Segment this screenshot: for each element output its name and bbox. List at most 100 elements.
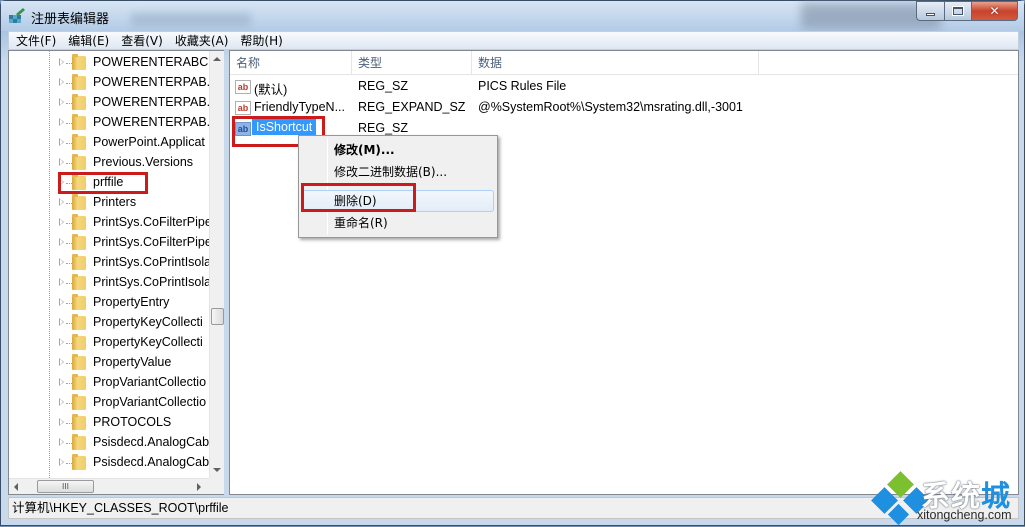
tree-item-label: PropertyKeyCollecti	[93, 315, 203, 329]
tree-item[interactable]: POWERENTERPAB.F	[9, 93, 209, 113]
expand-arrow-icon[interactable]	[59, 398, 64, 406]
value-data: @%SystemRoot%\System32\msrating.dll,-300…	[478, 100, 743, 114]
scroll-right-icon[interactable]	[197, 483, 201, 491]
tree-item[interactable]: Psisdecd.AnalogCab	[9, 433, 209, 453]
folder-icon	[72, 154, 86, 170]
menu-file[interactable]: 文件(F)	[9, 32, 62, 49]
folder-icon	[72, 234, 86, 250]
menu-bar: 文件(F) 编辑(E) 查看(V) 收藏夹(A) 帮助(H)	[8, 31, 1019, 50]
tree-item[interactable]: POWERENTERABC.F	[9, 53, 209, 73]
tree-item-label: PropVariantCollectio	[93, 375, 207, 389]
tree-item[interactable]: PropVariantCollectio	[9, 393, 209, 413]
expand-arrow-icon[interactable]	[59, 178, 64, 186]
value-data: PICS Rules File	[478, 79, 567, 93]
scroll-thumb[interactable]	[211, 308, 224, 325]
context-menu-delete[interactable]: 删除(D)	[302, 190, 494, 212]
expand-arrow-icon[interactable]	[59, 78, 64, 86]
expand-arrow-icon[interactable]	[59, 238, 64, 246]
tree-item[interactable]: PrintSys.CoFilterPipe	[9, 233, 209, 253]
value-row[interactable]: ab (默认) REG_SZ PICS Rules File	[230, 77, 1018, 98]
tree-item-label: PropertyKeyCollecti	[93, 335, 203, 349]
tree-item-label: prffile	[93, 175, 124, 189]
expand-arrow-icon[interactable]	[59, 318, 64, 326]
folder-icon	[72, 454, 86, 470]
tree-item[interactable]: PrintSys.CoPrintIsola	[9, 273, 209, 293]
tree-item[interactable]: PowerPoint.Applicat	[9, 133, 209, 153]
tree-item[interactable]: prffile	[9, 173, 209, 193]
tree-item-label: POWERENTERPAB.F	[93, 95, 209, 109]
menu-edit[interactable]: 编辑(E)	[62, 32, 115, 49]
tree-item[interactable]: PrintSys.CoPrintIsola	[9, 253, 209, 273]
expand-arrow-icon[interactable]	[59, 378, 64, 386]
tree-item[interactable]: Printers	[9, 193, 209, 213]
value-row[interactable]: ab FriendlyTypeN... REG_EXPAND_SZ @%SystemR…	[230, 98, 1018, 119]
expand-arrow-icon[interactable]	[59, 338, 64, 346]
context-menu-modify-binary[interactable]: 修改二进制数据(B)...	[302, 161, 494, 183]
column-header-name[interactable]: 名称	[230, 51, 352, 75]
expand-arrow-icon[interactable]	[59, 198, 64, 206]
scroll-left-icon[interactable]	[14, 483, 18, 491]
expand-arrow-icon[interactable]	[59, 438, 64, 446]
tree-item[interactable]: PropVariantCollectio	[9, 373, 209, 393]
tree-item-label: PowerPoint.Applicat	[93, 135, 205, 149]
expand-arrow-icon[interactable]	[59, 138, 64, 146]
expand-arrow-icon[interactable]	[59, 98, 64, 106]
tree-item-label: PrintSys.CoFilterPipe	[93, 215, 209, 229]
tree-item[interactable]: Psisdecd.AnalogCab	[9, 453, 209, 473]
status-bar: 计算机\HKEY_CLASSES_ROOT\prffile	[8, 497, 1019, 519]
menu-help[interactable]: 帮助(H)	[234, 32, 288, 49]
maximize-button[interactable]	[944, 1, 972, 21]
expand-arrow-icon[interactable]	[59, 58, 64, 66]
tree-item[interactable]: PROTOCOLS	[9, 413, 209, 433]
folder-icon	[72, 314, 86, 330]
context-menu-rename[interactable]: 重命名(R)	[302, 212, 494, 234]
string-value-icon: ab	[235, 122, 251, 136]
expand-arrow-icon[interactable]	[59, 358, 64, 366]
expand-arrow-icon[interactable]	[59, 258, 64, 266]
folder-icon	[72, 254, 86, 270]
tree-item-label: Psisdecd.AnalogCab	[93, 455, 209, 469]
expand-arrow-icon[interactable]	[59, 218, 64, 226]
expand-arrow-icon[interactable]	[59, 458, 64, 466]
tree-item[interactable]: PrintSys.CoFilterPipe	[9, 213, 209, 233]
watermark-logo: 系统城 xitongcheng.com	[869, 471, 1025, 527]
tree-item-label: POWERENTERABC.F	[93, 55, 209, 69]
tree-item[interactable]: Previous.Versions	[9, 153, 209, 173]
tree-item[interactable]: PropertyKeyCollecti	[9, 313, 209, 333]
scroll-down-icon[interactable]	[213, 468, 221, 472]
menu-view[interactable]: 查看(V)	[115, 32, 169, 49]
tree-horizontal-scrollbar[interactable]: III	[9, 478, 209, 494]
tree-item-label: PropertyValue	[93, 355, 172, 369]
watermark-url: xitongcheng.com	[917, 508, 1012, 522]
minimize-button[interactable]	[916, 1, 945, 21]
tree-item-label: Printers	[93, 195, 137, 209]
tree-item[interactable]: POWERENTERPAB.F	[9, 113, 209, 133]
menu-favorites[interactable]: 收藏夹(A)	[169, 32, 235, 49]
scrollbar-corner	[209, 478, 224, 494]
column-header-data[interactable]: 数据	[472, 51, 759, 75]
status-path: 计算机\HKEY_CLASSES_ROOT\prffile	[12, 501, 229, 515]
expand-arrow-icon[interactable]	[59, 158, 64, 166]
context-menu-modify[interactable]: 修改(M)...	[302, 139, 494, 161]
context-menu: 修改(M)... 修改二进制数据(B)... 删除(D) 重命名(R)	[298, 135, 498, 238]
scroll-up-icon[interactable]	[213, 57, 221, 61]
tree-item[interactable]: PropertyKeyCollecti	[9, 333, 209, 353]
scroll-thumb[interactable]: III	[37, 480, 94, 493]
tree-item[interactable]: POWERENTERPAB.F	[9, 73, 209, 93]
expand-arrow-icon[interactable]	[59, 118, 64, 126]
value-name: (默认)	[254, 83, 288, 97]
expand-arrow-icon[interactable]	[59, 278, 64, 286]
column-header-type[interactable]: 类型	[352, 51, 472, 75]
tree-item-label: Previous.Versions	[93, 155, 194, 169]
folder-icon	[72, 374, 86, 390]
folder-icon	[72, 54, 86, 70]
tree-vertical-scrollbar[interactable]	[209, 51, 224, 478]
tree-item[interactable]: PropertyValue	[9, 353, 209, 373]
expand-arrow-icon[interactable]	[59, 418, 64, 426]
folder-icon	[72, 434, 86, 450]
values-list-pane: 名称 类型 数据 ab (默认) REG_SZ PICS Rules File ab Fr…	[229, 50, 1019, 495]
close-button[interactable]: ✕	[971, 1, 1018, 21]
title-bar[interactable]: 注册表编辑器 ✕	[1, 1, 1024, 31]
tree-item[interactable]: PropertyEntry	[9, 293, 209, 313]
expand-arrow-icon[interactable]	[59, 298, 64, 306]
